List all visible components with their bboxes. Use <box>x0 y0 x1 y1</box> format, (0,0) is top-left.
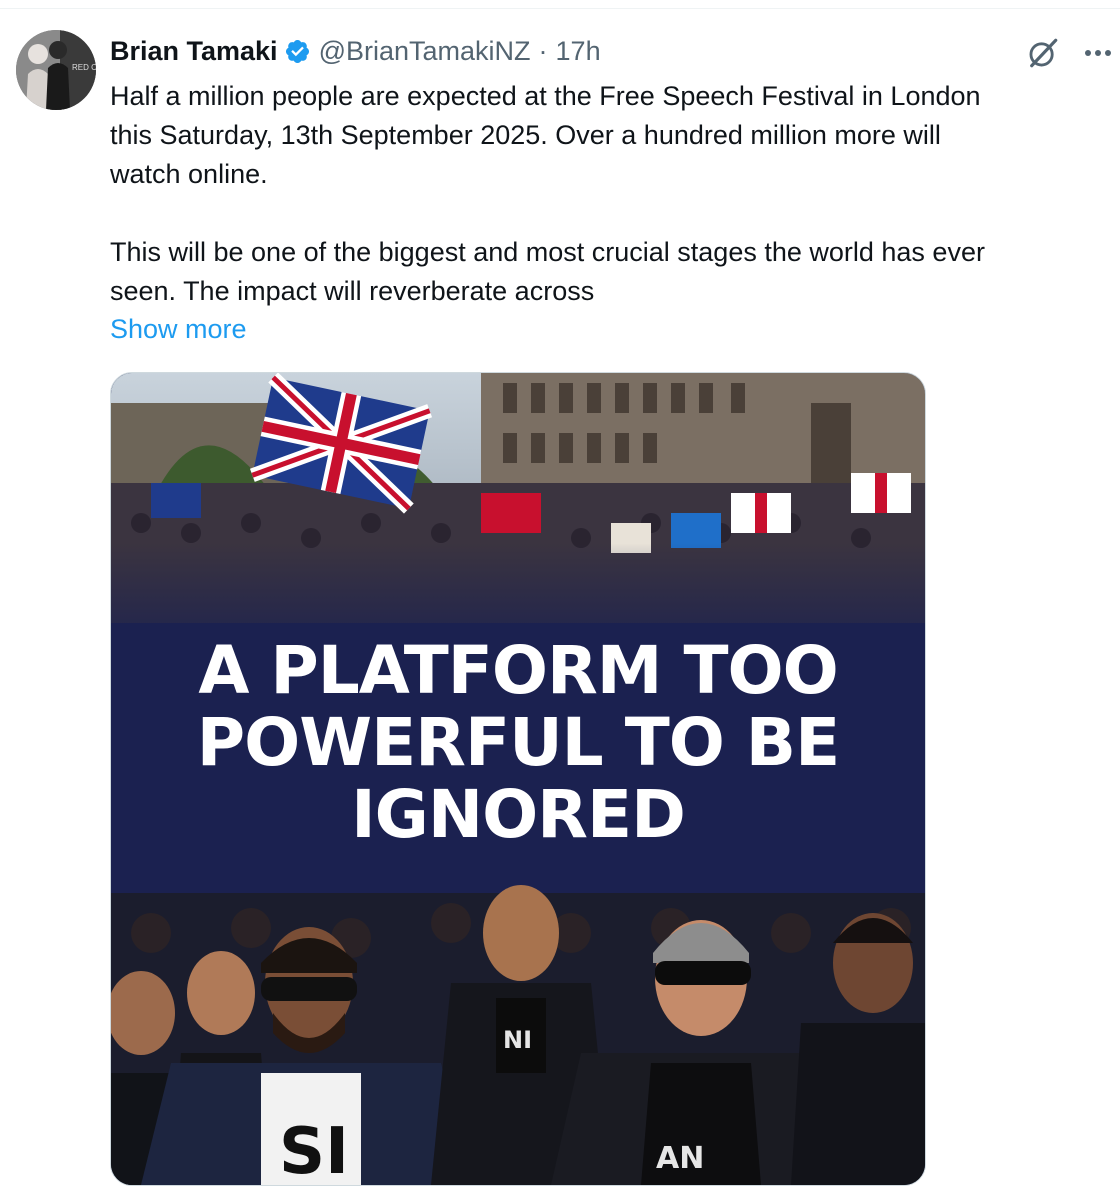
top-divider <box>0 8 1120 9</box>
headline-line-3: IGNORED <box>351 776 686 853</box>
more-options-button[interactable] <box>1078 38 1118 68</box>
author-handle[interactable]: @BrianTamakiNZ <box>319 36 531 67</box>
grok-icon[interactable] <box>1026 36 1060 70</box>
tweet-paragraph-2: This will be one of the biggest and most… <box>110 237 985 306</box>
tweet-text: Half a million people are expected at th… <box>110 77 1110 311</box>
shirt-text-mid: NI <box>503 1026 532 1054</box>
header-separator: · <box>538 35 548 66</box>
more-icon-dot <box>1085 50 1091 56</box>
headline-line-1: A PLATFORM TOO <box>198 632 838 709</box>
tweet-header: Brian Tamaki @BrianTamakiNZ · 17h <box>110 31 601 71</box>
avatar-image: RED CARPET <box>16 30 96 110</box>
shirt-text-left: SI <box>279 1115 349 1185</box>
avatar-watermark-text: RED CARPET <box>72 63 96 72</box>
show-more-link[interactable]: Show more <box>110 310 247 349</box>
more-icon-dot <box>1095 50 1101 56</box>
more-icon-dot <box>1105 50 1111 56</box>
author-display-name[interactable]: Brian Tamaki <box>110 36 278 67</box>
avatar[interactable]: RED CARPET <box>16 30 96 110</box>
tweet-paragraph-1: Half a million people are expected at th… <box>110 81 981 189</box>
tweet-media-image[interactable]: SI NI AN A PLATFORM TOO POWERFUL TO BE I… <box>110 372 926 1186</box>
headline-line-2: POWERFUL TO BE <box>196 704 840 781</box>
tweet-timestamp[interactable]: 17h <box>556 36 601 67</box>
media-headline: A PLATFORM TOO POWERFUL TO BE IGNORED <box>111 635 925 851</box>
verified-badge-icon[interactable] <box>284 38 311 65</box>
shirt-text-right: AN <box>656 1141 704 1176</box>
